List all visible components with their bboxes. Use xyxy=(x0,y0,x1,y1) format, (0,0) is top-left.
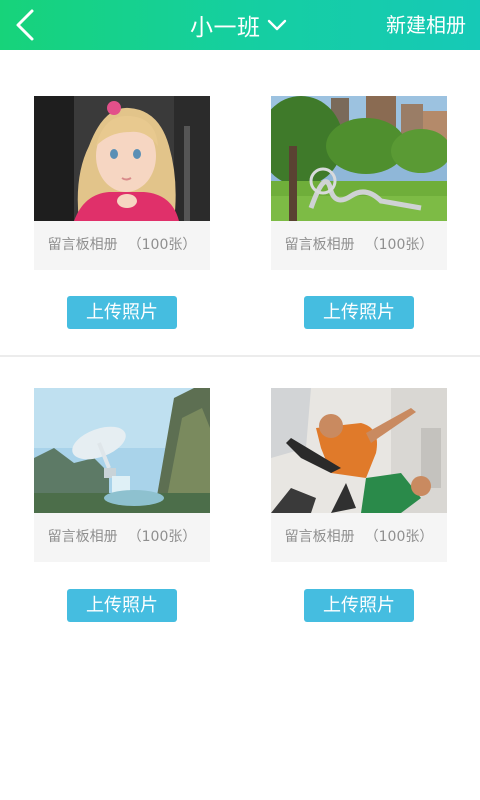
class-selector[interactable]: 小一班 xyxy=(190,0,287,50)
album-count: （100张） xyxy=(364,237,434,253)
upload-photo-button[interactable]: 上传照片 xyxy=(67,589,177,622)
row-divider xyxy=(0,355,480,357)
upload-photo-button[interactable]: 上传照片 xyxy=(304,296,414,329)
album-caption: 留言板相册 （100张） xyxy=(271,221,447,270)
album-card[interactable]: 留言板相册 （100张） xyxy=(34,96,210,270)
album-cover-girl[interactable] xyxy=(34,96,210,221)
album-row-1: 留言板相册 （100张） 上传照片 留言板相册 （100张） 上传照片 xyxy=(0,50,480,356)
back-button[interactable] xyxy=(10,6,44,44)
new-album-button[interactable]: 新建相册 xyxy=(386,0,466,50)
album-count: （100张） xyxy=(127,237,197,253)
album-name: 留言板相册 xyxy=(47,237,118,253)
top-bar: 小一班 新建相册 xyxy=(0,0,480,50)
chevron-left-icon xyxy=(16,9,34,41)
album-card[interactable]: 留言板相册 （100张） xyxy=(34,388,210,562)
chevron-down-icon xyxy=(267,19,287,31)
album-cover-park[interactable] xyxy=(271,96,447,221)
album-caption: 留言板相册 （100张） xyxy=(34,221,210,270)
album-cover-landscape[interactable] xyxy=(34,388,210,513)
album-count: （100张） xyxy=(127,529,197,545)
album-card[interactable]: 留言板相册 （100张） xyxy=(271,96,447,270)
page-title: 小一班 xyxy=(190,15,261,41)
album-name: 留言板相册 xyxy=(47,529,118,545)
album-card[interactable]: 留言板相册 （100张） xyxy=(271,388,447,562)
album-name: 留言板相册 xyxy=(284,237,355,253)
upload-photo-button[interactable]: 上传照片 xyxy=(304,589,414,622)
album-count: （100张） xyxy=(364,529,434,545)
album-caption: 留言板相册 （100张） xyxy=(34,513,210,562)
album-name: 留言板相册 xyxy=(284,529,355,545)
album-cover-soccer[interactable] xyxy=(271,388,447,513)
album-row-2: 留言板相册 （100张） 上传照片 留言板相册 （100张） 上传照片 xyxy=(0,358,480,800)
album-caption: 留言板相册 （100张） xyxy=(271,513,447,562)
upload-photo-button[interactable]: 上传照片 xyxy=(67,296,177,329)
